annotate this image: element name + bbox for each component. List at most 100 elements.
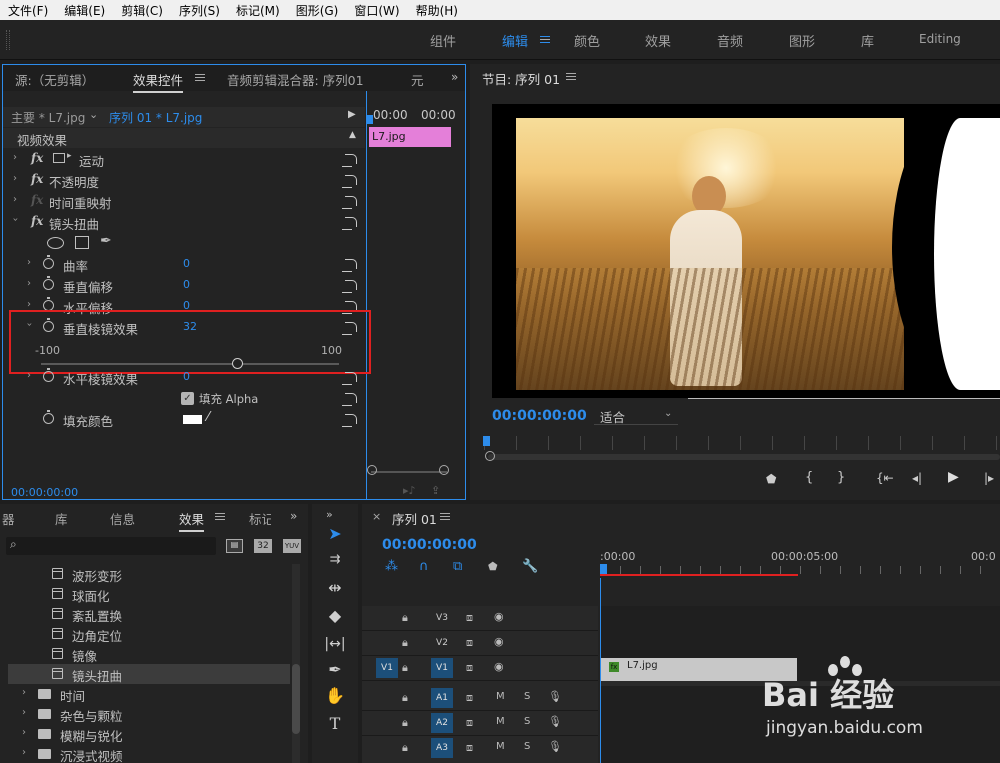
- workspace-tab-graphics[interactable]: 图形: [789, 31, 815, 50]
- program-title[interactable]: 节目: 序列 01: [482, 69, 560, 88]
- reset-icon[interactable]: [342, 259, 357, 272]
- solo-button[interactable]: S: [524, 691, 530, 702]
- workspace-menu-icon[interactable]: [540, 36, 550, 43]
- more-tabs-icon[interactable]: »: [451, 70, 458, 84]
- tab-media-browser[interactable]: 器: [2, 509, 15, 528]
- program-timecode[interactable]: 00:00:00:00: [492, 408, 587, 424]
- chevron-right-icon[interactable]: ›: [27, 278, 31, 289]
- close-icon[interactable]: ×: [372, 510, 381, 523]
- reset-icon[interactable]: [342, 372, 357, 385]
- zoom-handle-right[interactable]: [439, 465, 449, 475]
- play-icon[interactable]: ▶: [948, 469, 959, 485]
- fx-icon[interactable]: fx: [31, 151, 43, 165]
- microphone-icon[interactable]: 🎙︎: [548, 715, 562, 728]
- track-label-v3[interactable]: V3: [431, 608, 453, 628]
- eye-icon[interactable]: ◉: [494, 660, 504, 673]
- effects-search-input[interactable]: ⌕: [6, 537, 216, 555]
- reset-icon[interactable]: [342, 280, 357, 293]
- chevron-right-icon[interactable]: ›: [27, 257, 31, 268]
- work-area-bar[interactable]: [600, 574, 798, 576]
- lock-icon[interactable]: 🔒︎: [402, 636, 408, 650]
- lock-icon[interactable]: 🔒︎: [402, 691, 408, 705]
- list-item[interactable]: › 沉浸式视频: [8, 744, 290, 763]
- stopwatch-icon[interactable]: [43, 368, 54, 382]
- slip-tool-icon[interactable]: |↔|: [322, 632, 348, 656]
- track-label-a2[interactable]: A2: [431, 713, 453, 733]
- ripple-edit-tool-icon[interactable]: ⇹: [322, 576, 348, 600]
- ec-footer-timecode[interactable]: 00:00:00:00: [11, 486, 78, 499]
- chevron-down-icon[interactable]: ⌄: [89, 108, 98, 121]
- transform-icon[interactable]: [53, 153, 65, 163]
- track-label-v1[interactable]: V1: [431, 658, 453, 678]
- rectangle-mask-icon[interactable]: [75, 236, 89, 249]
- lock-icon[interactable]: 🔒︎: [402, 661, 408, 675]
- scroll-handle[interactable]: [485, 451, 495, 461]
- microphone-icon[interactable]: 🎙︎: [548, 740, 562, 753]
- effect-row-lens-distortion[interactable]: › fx 镜头扭曲: [3, 212, 365, 233]
- list-item[interactable]: 边角定位: [8, 624, 290, 644]
- reset-icon[interactable]: [342, 175, 357, 188]
- scrollbar-thumb[interactable]: [292, 664, 300, 734]
- lock-icon[interactable]: 🔒︎: [402, 741, 408, 755]
- menu-graphics[interactable]: 图形(G): [288, 2, 347, 19]
- add-marker-icon[interactable]: ⬟: [766, 472, 776, 486]
- razor-tool-icon[interactable]: ◆: [322, 604, 348, 628]
- tab-effects[interactable]: 效果: [179, 509, 205, 532]
- list-item-selected[interactable]: 镜头扭曲: [8, 664, 290, 684]
- chevron-down-icon[interactable]: ›: [10, 218, 21, 222]
- play-only-icon[interactable]: ▶: [348, 109, 356, 120]
- fill-color-swatch[interactable]: [183, 415, 202, 424]
- collapse-up-icon[interactable]: ▲: [349, 130, 356, 140]
- hand-tool-icon[interactable]: ✋: [322, 684, 348, 708]
- chevron-right-icon[interactable]: ›: [27, 299, 31, 310]
- list-item[interactable]: › 模糊与锐化: [8, 724, 290, 744]
- mute-button[interactable]: M: [496, 691, 505, 702]
- snap-icon[interactable]: ∩: [419, 559, 429, 574]
- fill-alpha-checkbox[interactable]: ✓: [181, 392, 194, 405]
- effect-row-time-remap[interactable]: › fx 时间重映射: [3, 191, 365, 212]
- stopwatch-icon[interactable]: [43, 276, 54, 290]
- track-select-tool-icon[interactable]: ⇉: [322, 548, 348, 572]
- stopwatch-icon[interactable]: [43, 410, 54, 424]
- workspace-tab-assembly[interactable]: 组件: [430, 31, 456, 50]
- list-item[interactable]: › 时间: [8, 684, 290, 704]
- mute-button[interactable]: M: [496, 741, 505, 752]
- eye-icon[interactable]: ◉: [494, 635, 504, 648]
- audio-export-icon[interactable]: ▸♪: [403, 484, 416, 497]
- timeline-playhead[interactable]: [600, 564, 607, 574]
- nest-toggle-icon[interactable]: ⁂: [385, 559, 398, 574]
- reset-icon[interactable]: [342, 154, 357, 167]
- 32bit-effects-badge[interactable]: 32: [254, 539, 272, 553]
- chevron-right-icon[interactable]: ›: [22, 707, 26, 718]
- tab-info[interactable]: 信息: [110, 509, 135, 528]
- eye-icon[interactable]: ◉: [494, 610, 504, 623]
- solo-button[interactable]: S: [524, 741, 530, 752]
- microphone-icon[interactable]: 🎙︎: [548, 690, 562, 703]
- ec-clip-bar[interactable]: L7.jpg: [369, 127, 451, 147]
- chevron-right-icon[interactable]: ›: [22, 687, 26, 698]
- menu-help[interactable]: 帮助(H): [408, 2, 466, 19]
- pen-mask-icon[interactable]: ✒: [100, 233, 112, 249]
- effects-scrollbar[interactable]: [292, 564, 300, 763]
- timeline-ruler[interactable]: :00:00 00:00:05:00 00:0: [600, 544, 1000, 578]
- eyedropper-icon[interactable]: ⁄: [207, 410, 209, 425]
- lock-icon[interactable]: 🔒︎: [402, 611, 408, 625]
- tab-libraries[interactable]: 库: [55, 509, 68, 528]
- fx-icon[interactable]: fx: [31, 172, 43, 186]
- list-item[interactable]: › 杂色与颗粒: [8, 704, 290, 724]
- reset-icon[interactable]: [342, 217, 357, 230]
- list-item[interactable]: 波形变形: [8, 564, 290, 584]
- zoom-handle-left[interactable]: [367, 465, 377, 475]
- menu-file[interactable]: 文件(F): [0, 2, 56, 19]
- panel-menu-icon[interactable]: [440, 513, 450, 520]
- workspace-tab-editing[interactable]: 编辑: [502, 31, 528, 50]
- chevron-right-icon[interactable]: ›: [22, 747, 26, 758]
- tab-markers[interactable]: 标记: [249, 509, 271, 528]
- program-scrollbar[interactable]: [488, 454, 1000, 460]
- reset-icon[interactable]: [342, 414, 357, 427]
- sync-lock-icon[interactable]: ⧈: [466, 636, 473, 650]
- effect-row-opacity[interactable]: › fx 不透明度: [3, 170, 365, 191]
- program-ruler[interactable]: [484, 436, 1000, 450]
- fit-dropdown[interactable]: 适合 ⌄: [594, 407, 678, 425]
- sync-lock-icon[interactable]: ⧈: [466, 661, 473, 675]
